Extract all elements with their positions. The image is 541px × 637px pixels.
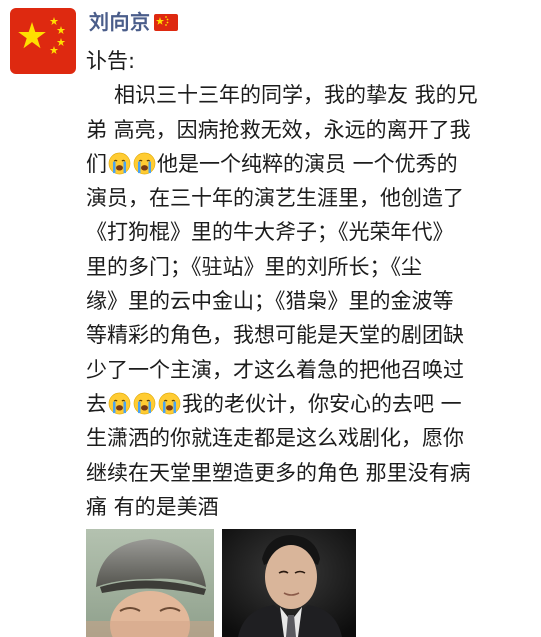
text-line: 痛 有的是美酒 [86, 490, 526, 524]
post-text: 等精彩的角色，我想可能是天堂的剧团缺 [86, 323, 464, 348]
author-avatar[interactable] [10, 8, 76, 74]
post-text: 弟 高亮，因病抢救无效，永远的离开了我 [86, 117, 471, 142]
text-line: 生潇洒的你就连走都是这么戏剧化，愿你 [86, 421, 526, 455]
post-text: 里的多门；《驻站》里的刘所长；《尘 [86, 254, 422, 279]
post-text: 我的老伙计，你安心的去吧 一 [182, 391, 462, 416]
text-line: 里的多门；《驻站》里的刘所长；《尘 [86, 250, 526, 284]
text-line: 缘》里的云中金山；《猎枭》里的金波等 [86, 284, 526, 318]
post-text: 生潇洒的你就连走都是这么戏剧化，愿你 [86, 426, 464, 451]
post-header: 刘向京 [89, 8, 178, 36]
crying-face-icon [133, 392, 156, 415]
post-text: 们 [86, 151, 107, 176]
crying-face-icon [133, 152, 156, 175]
post-text: 少了一个主演，才这么着急的把他召唤过 [86, 357, 464, 382]
text-line: 演员，在三十年的演艺生涯里，他创造了 [86, 181, 526, 215]
post-text: 演员，在三十年的演艺生涯里，他创造了 [86, 186, 464, 211]
author-name[interactable]: 刘向京 [89, 8, 151, 36]
post-text: 《打狗棍》里的牛大斧子；《光荣年代》 [86, 220, 454, 245]
post-body: 讣告: 相识三十三年的同学，我的挚友 我的兄 弟 高亮，因病抢救无效，永远的离开… [86, 44, 526, 524]
text-line: 们 他是一个纯粹的演员 一个优秀的 [86, 147, 526, 181]
text-line: 等精彩的角色，我想可能是天堂的剧团缺 [86, 318, 526, 352]
text-line: 少了一个主演，才这么着急的把他召唤过 [86, 353, 526, 387]
crying-face-icon [108, 392, 131, 415]
text-line: 相识三十三年的同学，我的挚友 我的兄 [86, 78, 526, 112]
text-line: 去 我的老伙计，你安心的去吧 一 [86, 387, 526, 421]
post-text-heading: 讣告: [86, 49, 136, 73]
post-text: 痛 有的是美酒 [86, 494, 219, 519]
post-photo-1[interactable] [86, 529, 214, 637]
post-photo-2[interactable] [222, 529, 356, 637]
text-line: 《打狗棍》里的牛大斧子；《光荣年代》 [86, 215, 526, 249]
text-line: 弟 高亮，因病抢救无效，永远的离开了我 [86, 113, 526, 147]
text-line: 继续在天堂里塑造更多的角色 那里没有病 [86, 456, 526, 490]
post-text: 继续在天堂里塑造更多的角色 那里没有病 [86, 460, 471, 485]
man-in-flat-cap-photo-icon [86, 529, 214, 637]
crying-face-icon [158, 392, 181, 415]
man-in-suit-portrait-photo-icon [222, 529, 356, 637]
china-flag-avatar-icon [10, 8, 76, 74]
post-text: 他是一个纯粹的演员 一个优秀的 [157, 151, 458, 176]
china-flag-emoji-icon [153, 13, 178, 31]
post-text: 去 [86, 391, 107, 416]
post-text: 相识三十三年的同学，我的挚友 我的兄 [114, 83, 478, 108]
text-line: 讣告: [86, 44, 526, 78]
crying-face-icon [108, 152, 131, 175]
post-text: 缘》里的云中金山；《猎枭》里的金波等 [86, 289, 454, 314]
